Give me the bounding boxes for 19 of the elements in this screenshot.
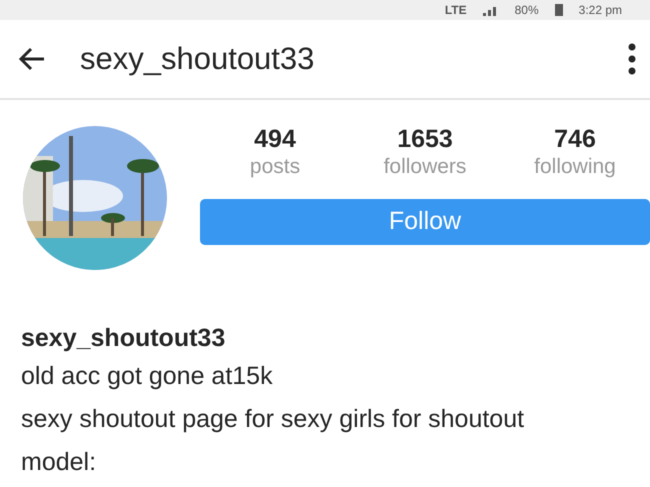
username-title: sexy_shoutout33 — [80, 40, 314, 78]
network-label: LTE — [444, 2, 467, 19]
battery-icon — [554, 4, 563, 16]
stat-label: posts — [248, 154, 302, 179]
bio-text: sexy shoutout page for sexy girls for shoutout — [21, 404, 526, 434]
more-options-icon[interactable] — [628, 43, 636, 75]
bio-text: old acc got gone at15k — [21, 360, 274, 392]
profile-name: sexy_shoutout33 — [21, 323, 226, 354]
battery-percent: 80% — [514, 2, 539, 19]
stat-count: 746 — [553, 126, 597, 154]
follow-button[interactable]: Follow — [200, 198, 650, 245]
stat-label: followers — [382, 154, 468, 179]
signal-icon — [482, 4, 499, 16]
stat-count: 1653 — [396, 126, 454, 154]
stat-count: 494 — [253, 126, 297, 154]
bio-text: model: — [21, 446, 98, 478]
clock-time: 3:22 pm — [578, 2, 622, 19]
back-icon[interactable] — [18, 47, 46, 71]
stat-label: following — [533, 154, 617, 179]
